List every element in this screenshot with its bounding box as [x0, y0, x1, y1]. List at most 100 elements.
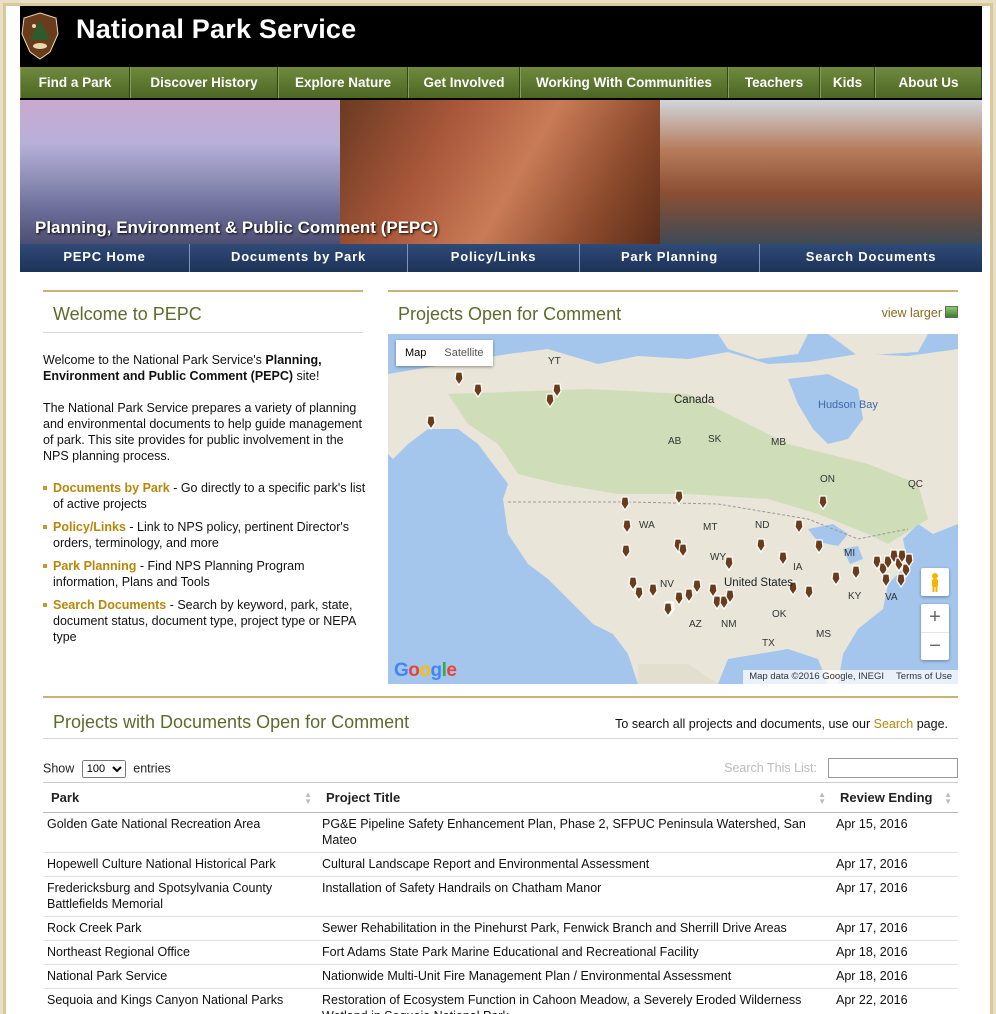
map-label-ok: OK	[772, 609, 787, 620]
column-header-project-title[interactable]: Project Title ▲ ▼	[318, 782, 832, 813]
street-view-pegman-icon[interactable]	[921, 568, 949, 596]
search-list-label: Search This List:	[724, 761, 817, 775]
project-title-cell[interactable]: Sewer Rehabilitation in the Pinehurst Pa…	[318, 916, 832, 941]
welcome-content: Welcome to the National Park Service's P…	[43, 352, 368, 652]
table-row[interactable]: National Park Service Nationwide Multi-Un…	[43, 964, 958, 989]
map-label-mb: MB	[771, 437, 786, 448]
map-label-tx: TX	[762, 638, 775, 649]
map-label-va: VA	[885, 592, 898, 603]
welcome-link-policy-links[interactable]: Policy/Links	[53, 520, 126, 534]
main-nav-item-kids[interactable]: Kids	[820, 67, 875, 98]
welcome-link-item: Policy/Links - Link to NPS policy, perti…	[43, 519, 368, 551]
map-label-qc: QC	[908, 479, 923, 490]
main-nav-item-get-involved[interactable]: Get Involved	[408, 67, 520, 98]
welcome-link-item: Search Documents - Search by keyword, pa…	[43, 597, 368, 645]
map-label-sk: SK	[708, 434, 722, 445]
zoom-in-button[interactable]: +	[921, 604, 949, 632]
bullet-icon	[43, 525, 47, 529]
park-cell: Golden Gate National Recreation Area	[43, 812, 318, 853]
project-title-cell[interactable]: Restoration of Ecosystem Function in Cah…	[318, 988, 832, 1014]
sub-nav-item-pepc-home[interactable]: PEPC Home	[20, 244, 190, 272]
map-type-map-button[interactable]: Map	[396, 340, 435, 366]
hint-prefix: To search all projects and documents, us…	[615, 717, 874, 731]
project-title-cell[interactable]: Fort Adams State Park Marine Educational…	[318, 940, 832, 965]
map-canvas[interactable]	[388, 334, 958, 684]
main-nav-item-discover-history[interactable]: Discover History	[130, 67, 278, 98]
pepc-sub-nav: PEPC Home Documents by Park Policy/Links Pa…	[20, 244, 982, 272]
bullet-icon	[43, 564, 47, 568]
bullet-icon	[43, 486, 47, 490]
main-nav-item-about-us[interactable]: About Us	[875, 67, 982, 98]
map-attribution: Map data ©2016 Google, INEGI Terms of Us…	[743, 670, 958, 684]
map-data-attribution: Map data ©2016 Google, INEGI	[749, 671, 885, 682]
map-label-mi: MI	[844, 548, 856, 559]
table-row[interactable]: Golden Gate National Recreation Area PG&E…	[43, 812, 958, 853]
review-ending-cell: Apr 17, 2016	[832, 852, 958, 877]
welcome-link-item: Park Planning - Find NPS Planning Progra…	[43, 558, 368, 590]
search-hint: To search all projects and documents, us…	[615, 717, 948, 731]
table-row[interactable]: Northeast Regional Office Fort Adams Stat…	[43, 940, 958, 965]
table-row[interactable]: Fredericksburg and Spotsylvania County B…	[43, 876, 958, 917]
welcome-panel-header: Welcome to PEPC	[43, 290, 363, 333]
intro-text: Welcome to the National Park Service's	[43, 353, 266, 367]
review-ending-cell: Apr 17, 2016	[832, 876, 958, 917]
map-type-toggle: Map Satellite	[396, 340, 493, 366]
sub-nav-item-policy-links[interactable]: Policy/Links	[408, 244, 580, 272]
map-thumbnail-icon	[945, 306, 958, 318]
site-header: National Park Service	[20, 6, 982, 64]
main-nav-item-working-with-communities[interactable]: Working With Communities	[520, 67, 728, 98]
map-label-nv: NV	[660, 579, 674, 590]
search-list-input[interactable]	[828, 758, 958, 778]
main-nav-item-explore-nature[interactable]: Explore Nature	[278, 67, 408, 98]
table-row[interactable]: Rock Creek Park Sewer Rehabilitation in t…	[43, 916, 958, 941]
site-title[interactable]: National Park Service	[76, 14, 356, 45]
review-ending-cell: Apr 17, 2016	[832, 916, 958, 941]
documents-table: Park ▲ ▼ Project Title ▲ ▼ Review Ending ▲ ▼ G…	[43, 782, 958, 1014]
map-label-az: AZ	[689, 619, 702, 630]
table-row[interactable]: Sequoia and Kings Canyon National Parks R…	[43, 988, 958, 1014]
sub-nav-item-park-planning[interactable]: Park Planning	[580, 244, 760, 272]
sub-nav-item-documents-by-park[interactable]: Documents by Park	[190, 244, 408, 272]
map-label-ia: IA	[793, 562, 803, 573]
search-page-link[interactable]: Search	[874, 717, 914, 731]
map-type-satellite-button[interactable]: Satellite	[435, 340, 492, 366]
project-title-cell[interactable]: Nationwide Multi-Unit Fire Management Pl…	[318, 964, 832, 989]
park-cell: Northeast Regional Office	[43, 940, 318, 965]
welcome-link-park-planning[interactable]: Park Planning	[53, 559, 136, 573]
sub-nav-item-search-documents[interactable]: Search Documents	[760, 244, 982, 272]
table-header-row: Park ▲ ▼ Project Title ▲ ▼ Review Ending ▲ ▼	[43, 782, 958, 813]
page: National Park Service Find a Park Discove…	[20, 6, 982, 1014]
main-nav-item-teachers[interactable]: Teachers	[728, 67, 820, 98]
zoom-out-button[interactable]: −	[921, 632, 949, 660]
column-label: Review Ending	[840, 790, 933, 805]
table-row[interactable]: Hopewell Culture National Historical Par…	[43, 852, 958, 877]
park-cell: Fredericksburg and Spotsylvania County B…	[43, 876, 318, 917]
map-zoom-control: + −	[921, 604, 949, 660]
project-title-cell[interactable]: PG&E Pipeline Safety Enhancement Plan, P…	[318, 812, 832, 853]
google-logo[interactable]: Google	[394, 660, 457, 682]
entries-select[interactable]: 100	[81, 760, 126, 778]
terms-of-use-link[interactable]: Terms of Use	[890, 670, 958, 684]
project-title-cell[interactable]: Installation of Safety Handrails on Chat…	[318, 876, 832, 917]
map-label-ab: AB	[668, 436, 682, 447]
projects-map[interactable]: Map Satellite YT Canada Hudson Bay AB SK…	[388, 334, 958, 684]
column-header-park[interactable]: Park ▲ ▼	[43, 782, 318, 813]
map-label-nd: ND	[755, 520, 770, 531]
page-frame: National Park Service Find a Park Discove…	[3, 3, 993, 1014]
project-title-cell[interactable]: Cultural Landscape Report and Environmen…	[318, 852, 832, 877]
column-header-review-ending[interactable]: Review Ending ▲ ▼	[832, 782, 958, 813]
welcome-link-search-documents[interactable]: Search Documents	[53, 598, 166, 612]
main-nav-item-find-a-park[interactable]: Find a Park	[20, 67, 130, 98]
welcome-link-documents-by-park[interactable]: Documents by Park	[53, 481, 170, 495]
welcome-heading: Welcome to PEPC	[53, 304, 202, 324]
column-label: Project Title	[326, 790, 401, 805]
projects-map-header: Projects Open for Comment view larger	[388, 290, 958, 333]
show-label: Show	[43, 761, 75, 776]
park-cell: Hopewell Culture National Historical Par…	[43, 852, 318, 877]
map-label-nm: NM	[721, 619, 737, 630]
nps-arrowhead-logo-icon[interactable]	[20, 12, 60, 60]
view-larger-link[interactable]: view larger	[882, 306, 958, 320]
documents-panel-header: Projects with Documents Open for Comment…	[43, 696, 958, 739]
map-label-hudson-bay: Hudson Bay	[818, 399, 878, 411]
hint-suffix: page.	[913, 717, 948, 731]
